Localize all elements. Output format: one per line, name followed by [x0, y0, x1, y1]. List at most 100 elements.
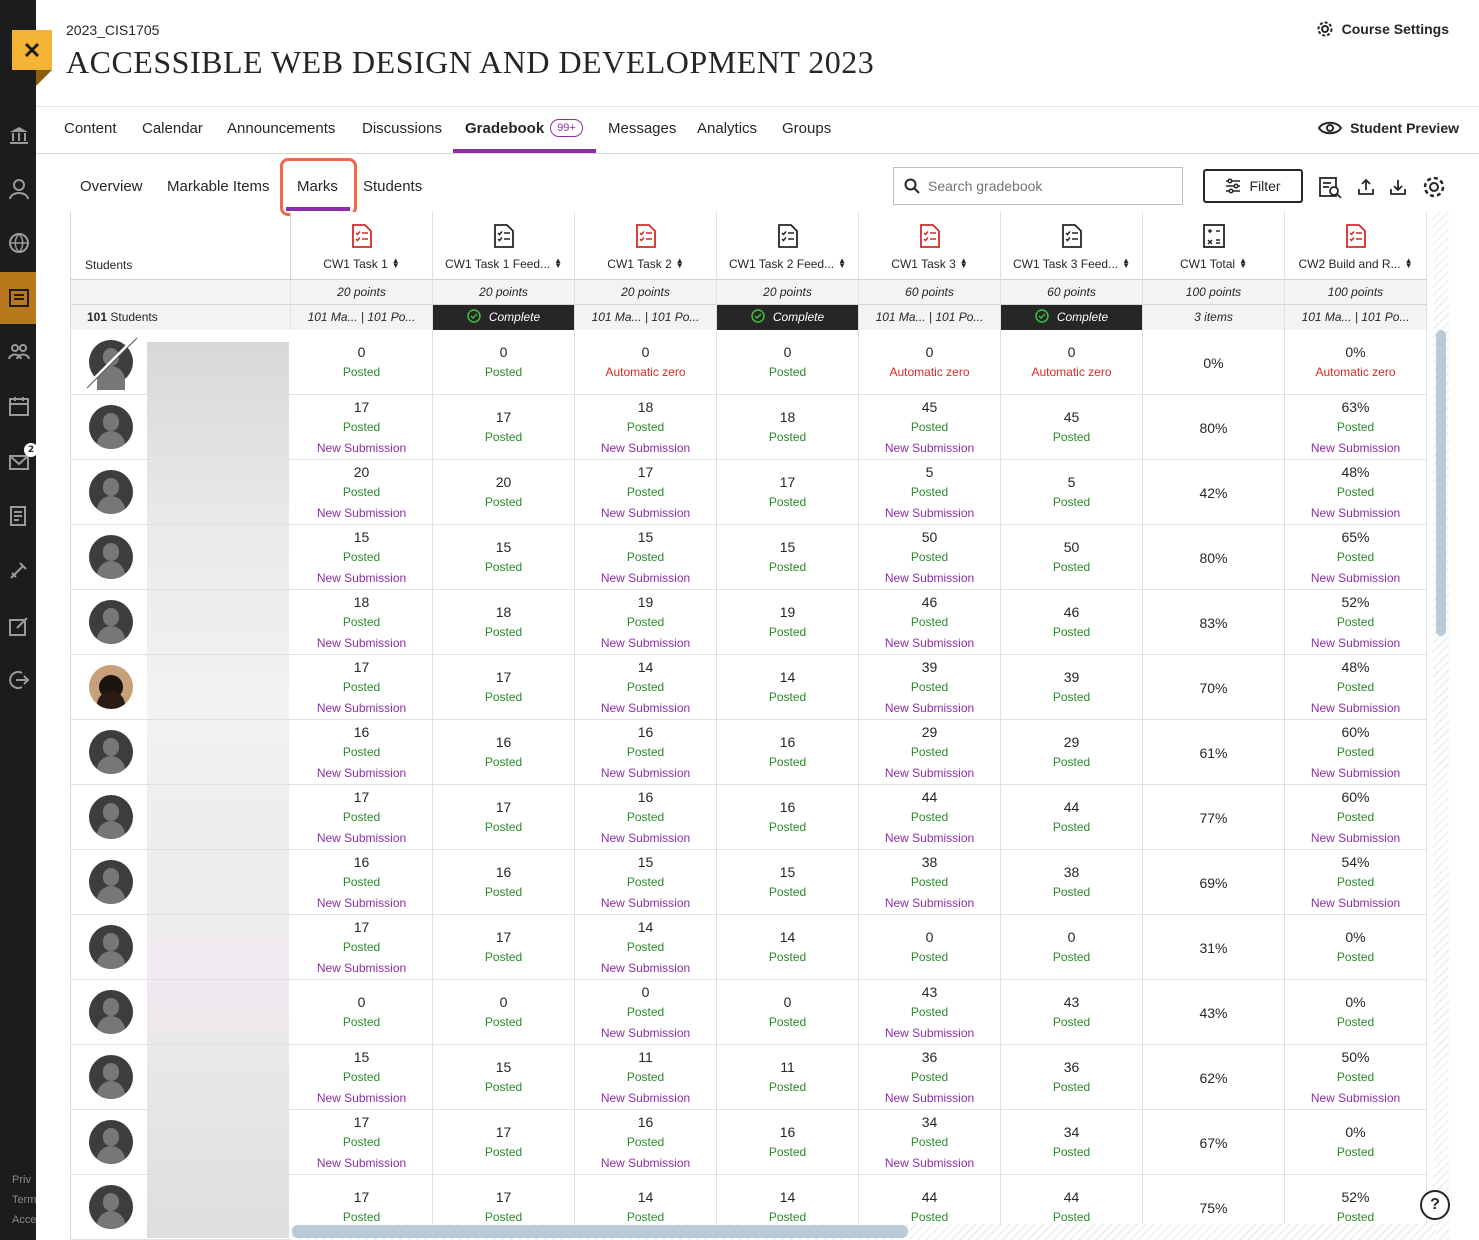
groups-icon[interactable] [8, 341, 30, 363]
new-submission-link[interactable]: New Submission [859, 893, 1000, 914]
grade-cell[interactable]: 16 Posted New Submission [291, 720, 433, 785]
grade-cell[interactable]: 0 Automatic zero [1001, 330, 1143, 395]
grades-icon[interactable] [8, 505, 30, 527]
grade-cell[interactable]: 43 Posted New Submission [859, 980, 1001, 1045]
student-preview-button[interactable]: Student Preview [1318, 119, 1459, 137]
new-submission-link[interactable]: New Submission [291, 568, 432, 589]
grade-cell[interactable]: 18 Posted New Submission [291, 590, 433, 655]
vertical-scrollbar[interactable] [1436, 330, 1446, 636]
upload-icon[interactable] [1353, 174, 1379, 200]
grade-cell[interactable]: 38 Posted [1001, 850, 1143, 915]
grade-cell[interactable]: 0 Automatic zero [859, 330, 1001, 395]
gradebook-settings-icon[interactable] [1421, 174, 1447, 200]
grade-cell[interactable]: 0 Posted [433, 980, 575, 1045]
grade-cell[interactable]: 83% [1143, 590, 1285, 655]
grade-cell[interactable]: 17 Posted [433, 915, 575, 980]
grade-cell[interactable]: 67% [1143, 1110, 1285, 1175]
subtab-overview[interactable]: Overview [80, 178, 143, 195]
sort-icon[interactable]: ▲▼ [1122, 257, 1130, 270]
tab-messages[interactable]: Messages [608, 107, 676, 153]
new-submission-link[interactable]: New Submission [1285, 698, 1426, 719]
new-submission-link[interactable]: New Submission [291, 438, 432, 459]
grade-cell[interactable]: 60% Posted New Submission [1285, 785, 1427, 850]
grade-cell[interactable]: 42% [1143, 460, 1285, 525]
new-submission-link[interactable]: New Submission [575, 698, 716, 719]
grade-cell[interactable]: 20 Posted New Submission [291, 460, 433, 525]
grade-cell[interactable]: 0% Posted [1285, 980, 1427, 1045]
grade-cell[interactable]: 16 Posted New Submission [575, 720, 717, 785]
grade-cell[interactable]: 0 Posted [433, 330, 575, 395]
grade-cell[interactable]: 17 Posted New Submission [291, 915, 433, 980]
new-submission-link[interactable]: New Submission [291, 958, 432, 979]
download-icon[interactable] [1385, 174, 1411, 200]
sort-icon[interactable]: ▲▼ [676, 257, 684, 270]
new-submission-link[interactable]: New Submission [575, 503, 716, 524]
student-row[interactable] [71, 330, 291, 395]
column-header[interactable]: CW2 Build and R... ▲ ▼ [1285, 212, 1427, 280]
globe-icon[interactable] [8, 232, 30, 254]
grade-cell[interactable]: 70% [1143, 655, 1285, 720]
new-submission-link[interactable]: New Submission [575, 568, 716, 589]
grade-cell[interactable]: 38 Posted New Submission [859, 850, 1001, 915]
grade-cell[interactable]: 45 Posted New Submission [859, 395, 1001, 460]
student-row[interactable] [71, 1175, 291, 1240]
grade-cell[interactable]: 31% [1143, 915, 1285, 980]
grade-cell[interactable]: 5 Posted New Submission [859, 460, 1001, 525]
course-settings-button[interactable]: Course Settings [1316, 20, 1449, 38]
column-header[interactable]: CW1 Task 3 ▲ ▼ [859, 212, 1001, 280]
grade-cell[interactable]: 17 Posted New Submission [575, 460, 717, 525]
new-submission-link[interactable]: New Submission [1285, 568, 1426, 589]
new-submission-link[interactable]: New Submission [1285, 893, 1426, 914]
new-submission-link[interactable]: New Submission [1285, 633, 1426, 654]
grade-cell[interactable]: 29 Posted [1001, 720, 1143, 785]
grade-cell[interactable]: 62% [1143, 1045, 1285, 1110]
grade-cell[interactable]: 0 Posted [859, 915, 1001, 980]
grade-cell[interactable]: 0 Posted [717, 330, 859, 395]
grade-cell[interactable]: 0% Posted [1285, 915, 1427, 980]
grade-cell[interactable]: 15 Posted New Submission [291, 525, 433, 590]
new-submission-link[interactable]: New Submission [859, 503, 1000, 524]
grade-cell[interactable]: 18 Posted [717, 395, 859, 460]
grade-cell[interactable]: 0 Posted [1001, 915, 1143, 980]
tab-discussions[interactable]: Discussions [362, 107, 442, 153]
new-submission-link[interactable]: New Submission [575, 1088, 716, 1109]
new-submission-link[interactable]: New Submission [291, 1088, 432, 1109]
grade-cell[interactable]: 0 Posted [717, 980, 859, 1045]
grade-cell[interactable]: 50% Posted New Submission [1285, 1045, 1427, 1110]
new-submission-link[interactable]: New Submission [291, 503, 432, 524]
new-submission-link[interactable]: New Submission [291, 1153, 432, 1174]
new-submission-link[interactable]: New Submission [859, 828, 1000, 849]
grade-cell[interactable]: 14 Posted [717, 655, 859, 720]
privacy-link[interactable]: Priv [12, 1174, 31, 1186]
new-submission-link[interactable]: New Submission [575, 633, 716, 654]
student-row[interactable] [71, 655, 291, 720]
grade-cell[interactable]: 46 Posted [1001, 590, 1143, 655]
column-header[interactable]: CW1 Task 1 ▲ ▼ [291, 212, 433, 280]
grade-cell[interactable]: 20 Posted [433, 460, 575, 525]
grade-cell[interactable]: 34 Posted New Submission [859, 1110, 1001, 1175]
horizontal-scrollbar[interactable] [292, 1225, 908, 1238]
close-course-button[interactable] [12, 30, 52, 70]
grade-cell[interactable]: 0 Posted New Submission [575, 980, 717, 1045]
grade-cell[interactable]: 18 Posted New Submission [575, 395, 717, 460]
grade-cell[interactable]: 39 Posted [1001, 655, 1143, 720]
tab-calendar[interactable]: Calendar [142, 107, 203, 153]
grade-cell[interactable]: 44 Posted New Submission [859, 785, 1001, 850]
new-submission-link[interactable]: New Submission [575, 893, 716, 914]
grade-cell[interactable]: 19 Posted [717, 590, 859, 655]
grade-cell[interactable]: 17 Posted New Submission [291, 395, 433, 460]
grade-cell[interactable]: 50 Posted New Submission [859, 525, 1001, 590]
search-input[interactable] [928, 178, 1168, 194]
grade-cell[interactable]: 17 Posted [433, 395, 575, 460]
grade-cell[interactable]: 11 Posted [717, 1045, 859, 1110]
accessibility-link[interactable]: Acce [12, 1214, 36, 1226]
grade-cell[interactable]: 16 Posted New Submission [575, 1110, 717, 1175]
grade-cell[interactable]: 43% [1143, 980, 1285, 1045]
student-row[interactable] [71, 590, 291, 655]
grade-cell[interactable]: 16 Posted [433, 720, 575, 785]
grade-cell[interactable]: 34 Posted [1001, 1110, 1143, 1175]
new-submission-link[interactable]: New Submission [291, 633, 432, 654]
new-submission-link[interactable]: New Submission [1285, 828, 1426, 849]
new-submission-link[interactable]: New Submission [575, 958, 716, 979]
grade-cell[interactable]: 36 Posted [1001, 1045, 1143, 1110]
